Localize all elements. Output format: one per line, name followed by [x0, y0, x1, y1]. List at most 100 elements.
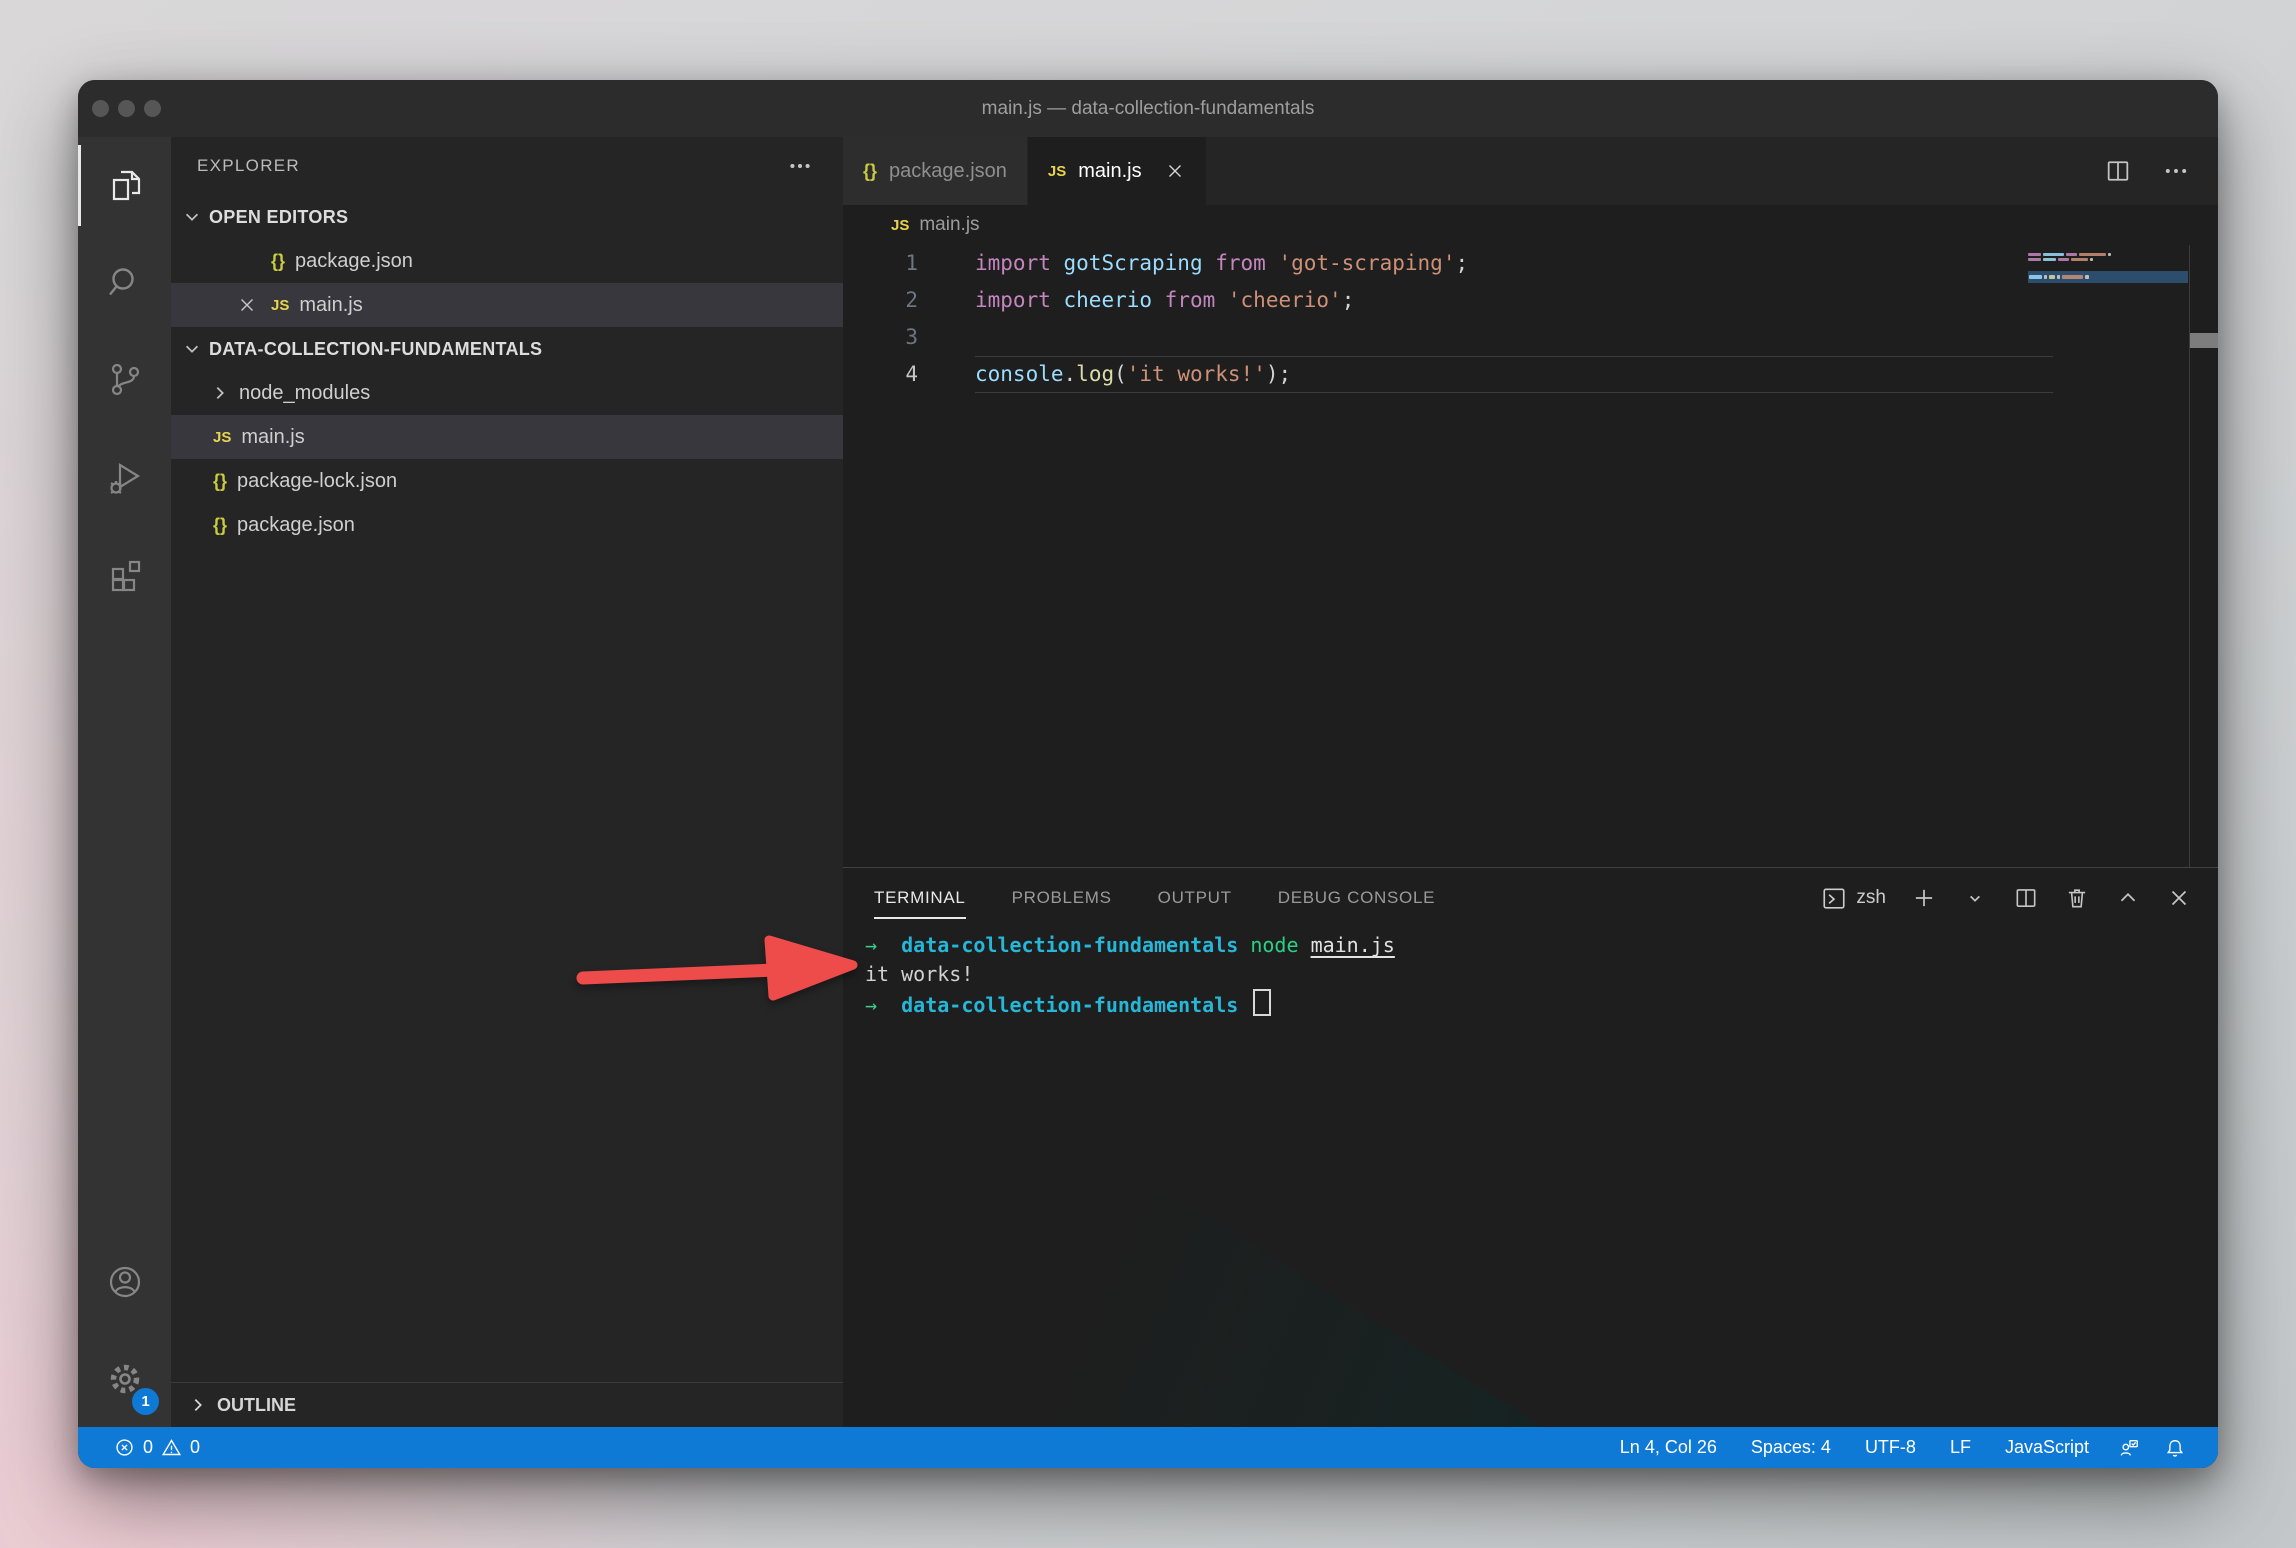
editor-actions [2104, 137, 2218, 205]
file-label: main.js [241, 426, 304, 449]
status-language[interactable]: JavaScript [1988, 1437, 2106, 1458]
terminal-token [1238, 993, 1250, 1017]
close-editor-icon[interactable] [229, 294, 265, 316]
minimap-token [2028, 253, 2041, 256]
panel-tab-problems[interactable]: PROBLEMS [989, 868, 1135, 928]
minimap-line [2028, 258, 2188, 261]
problems-summary[interactable]: 0 0 [114, 1437, 200, 1458]
terminal-line: → data-collection-fundamentals node main… [865, 931, 2218, 960]
more-actions-icon[interactable] [787, 153, 813, 179]
tab-main-js[interactable]: JSmain.js [1028, 137, 1206, 205]
kill-terminal-icon[interactable] [2064, 885, 2090, 911]
file-label: package.json [295, 250, 413, 273]
tab-label: package.json [889, 160, 1007, 183]
editor-scrollbar [2189, 245, 2218, 867]
settings-badge: 1 [132, 1388, 159, 1415]
breadcrumb[interactable]: JS main.js [843, 205, 2218, 245]
minimap-token [2044, 275, 2047, 279]
panel-tab-debug-console[interactable]: DEBUG CONSOLE [1255, 868, 1458, 928]
minimap-token [2049, 275, 2055, 279]
more-actions-icon[interactable] [2162, 157, 2190, 185]
file-label: node_modules [239, 382, 370, 405]
status-cursor-position[interactable]: Ln 4, Col 26 [1603, 1437, 1734, 1458]
activity-explorer[interactable] [78, 137, 171, 234]
token: from [1203, 251, 1279, 275]
section-outline[interactable]: OUTLINE [171, 1382, 843, 1427]
panel-tab-output[interactable]: OUTPUT [1135, 868, 1255, 928]
activity-run-debug[interactable] [78, 428, 171, 525]
activity-extensions[interactable] [78, 525, 171, 622]
search-icon [103, 261, 147, 305]
activity-source-control[interactable] [78, 331, 171, 428]
file-item[interactable]: JS main.js [171, 415, 843, 459]
maximize-panel-icon[interactable] [2115, 885, 2141, 911]
token: from [1152, 288, 1228, 312]
panel-tabs: TERMINALPROBLEMSOUTPUTDEBUG CONSOLE [851, 868, 1458, 928]
chevron-right-icon [185, 1392, 211, 1418]
terminal-token: → [865, 993, 877, 1017]
code-text: import gotScraping from 'got-scraping'; [975, 245, 1468, 282]
split-terminal-icon[interactable] [2013, 885, 2039, 911]
open-editor-item[interactable]: JS main.js [171, 283, 843, 327]
javascript-file-icon: JS [271, 297, 289, 314]
javascript-file-icon: JS [213, 429, 231, 446]
close-tab-icon[interactable] [1164, 160, 1186, 182]
file-label: package-lock.json [237, 470, 397, 493]
terminal-token [877, 933, 901, 957]
sidebar-title: EXPLORER [197, 156, 300, 176]
terminal-icon [1821, 885, 1847, 911]
minimap-token [2071, 258, 2088, 261]
new-terminal-icon[interactable] [1911, 885, 1937, 911]
folder-item[interactable]: node_modules [171, 371, 843, 415]
minimap[interactable] [2028, 253, 2188, 283]
section-workspace-folder[interactable]: DATA-COLLECTION-FUNDAMENTALS [171, 327, 843, 371]
feedback-icon[interactable] [2106, 1437, 2152, 1459]
activity-search[interactable] [78, 234, 171, 331]
shell-selector[interactable]: zsh [1821, 885, 1886, 911]
terminal-token: node [1250, 933, 1298, 957]
activity-account[interactable] [78, 1233, 171, 1330]
terminal-token [877, 993, 901, 1017]
panel-tab-terminal[interactable]: TERMINAL [851, 868, 989, 928]
code-editor[interactable]: 1import gotScraping from 'got-scraping';… [843, 245, 2218, 867]
notifications-bell-icon[interactable] [2152, 1437, 2198, 1459]
close-window-button[interactable] [92, 100, 109, 117]
token: 'cheerio' [1228, 288, 1342, 312]
close-panel-icon[interactable] [2166, 885, 2192, 911]
status-eol[interactable]: LF [1933, 1437, 1988, 1458]
split-editor-icon[interactable] [2104, 157, 2132, 185]
window-titlebar[interactable]: main.js — data-collection-fundamentals [78, 80, 2218, 137]
scrollbar-thumb[interactable] [2190, 333, 2218, 348]
terminal-dropdown-icon[interactable] [1962, 885, 1988, 911]
section-open-editors[interactable]: OPEN EDITORS [171, 195, 843, 239]
code-line-3: 3 [843, 319, 2218, 356]
json-file-icon: {} [271, 251, 285, 272]
status-encoding[interactable]: UTF-8 [1848, 1437, 1933, 1458]
chevron-down-icon [179, 336, 205, 362]
file-label: main.js [299, 294, 362, 317]
error-icon [114, 1437, 135, 1458]
file-item[interactable]: {}package-lock.json [171, 459, 843, 503]
minimap-token [2108, 253, 2111, 256]
json-file-icon: {} [213, 515, 227, 536]
line-number: 2 [843, 282, 975, 319]
tab-package-json[interactable]: {}package.json [843, 137, 1028, 205]
file-item[interactable]: {} package.json [171, 503, 843, 547]
status-indentation[interactable]: Spaces: 4 [1734, 1437, 1848, 1458]
minimap-token [2043, 258, 2056, 261]
minimize-window-button[interactable] [118, 100, 135, 117]
terminal-output[interactable]: → data-collection-fundamentals node main… [843, 928, 2218, 1427]
activity-settings[interactable]: 1 [78, 1330, 171, 1427]
terminal-token: data-collection-fundamentals [901, 993, 1238, 1017]
file-label: package.json [237, 514, 355, 537]
code-text: import cheerio from 'cheerio'; [975, 282, 1354, 319]
terminal-token: main.js [1311, 933, 1395, 957]
open-editor-item[interactable]: {} package.json [171, 239, 843, 283]
terminal-token: → [865, 933, 877, 957]
zoom-window-button[interactable] [144, 100, 161, 117]
token: ; [1455, 251, 1468, 275]
minimap-token [2085, 275, 2089, 279]
minimap-line [2028, 253, 2188, 256]
chevron-right-icon [207, 380, 233, 406]
terminal-line: → data-collection-fundamentals [865, 989, 2218, 1018]
